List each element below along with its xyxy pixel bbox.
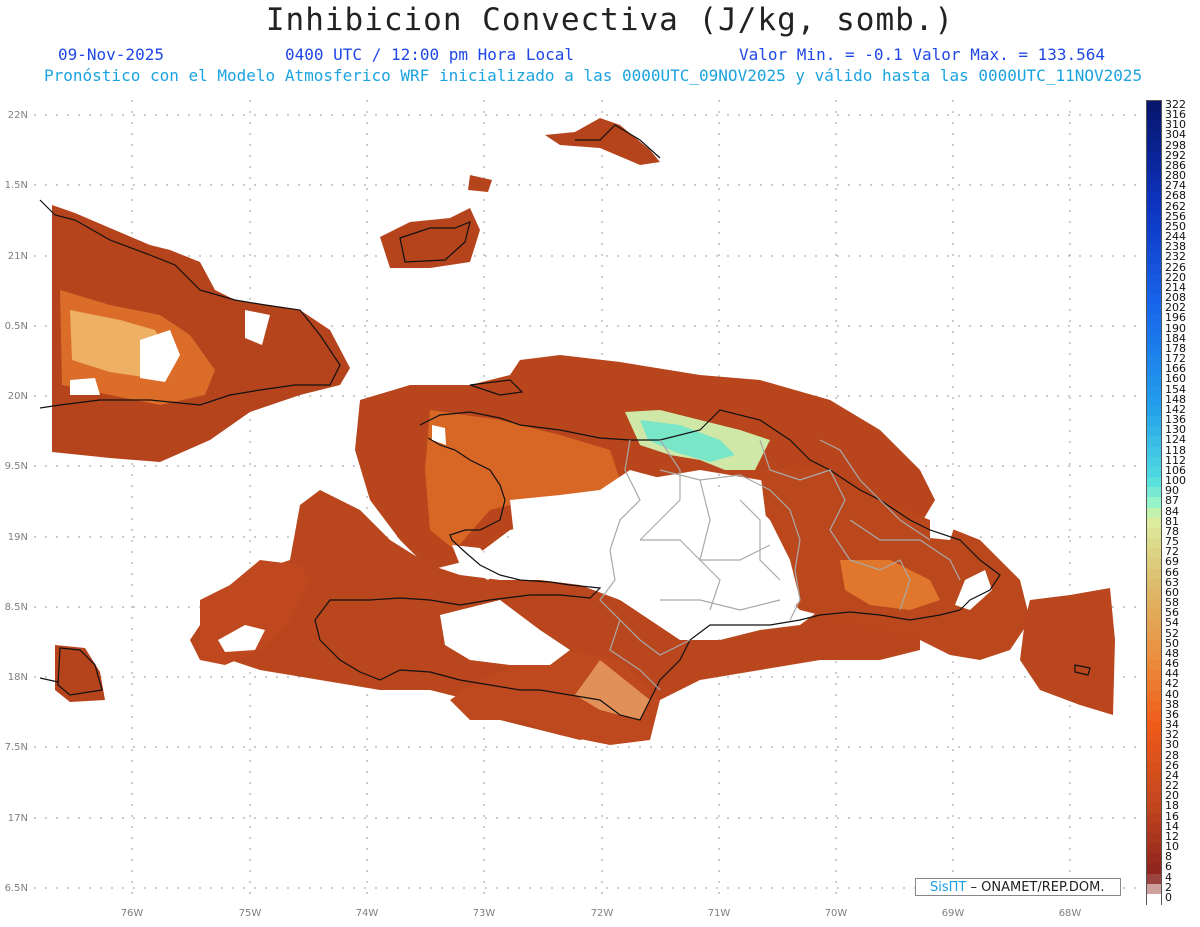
lat-label: 0.5N <box>4 321 28 332</box>
lat-label: 22N <box>7 110 28 121</box>
lat-label: 8.5N <box>4 602 28 613</box>
lon-label: 72W <box>590 908 614 919</box>
lat-label: 20N <box>7 391 28 402</box>
lon-label: 73W <box>472 908 496 919</box>
lon-label: 75W <box>238 908 262 919</box>
lat-label: 6.5N <box>4 883 28 894</box>
lat-label: 9.5N <box>4 461 28 472</box>
field-gap-cuba2 <box>70 378 100 395</box>
field-caicos-small <box>468 175 492 192</box>
field-inagua <box>380 208 480 268</box>
lat-label: 19N <box>7 532 28 543</box>
lon-label: 76W <box>120 908 144 919</box>
colorbar-label: 0 <box>1165 890 1172 904</box>
lon-label: 71W <box>707 908 731 919</box>
credit-brand: SisПТ <box>930 880 967 895</box>
lon-label: 68W <box>1058 908 1082 919</box>
lat-label: 1.5N <box>4 180 28 191</box>
lat-label: 21N <box>7 251 28 262</box>
lon-label: 74W <box>355 908 379 919</box>
lat-label: 7.5N <box>4 742 28 753</box>
credit-box: SisПТ – ONAMET/REP.DOM. <box>915 878 1121 896</box>
lat-label: 17N <box>7 813 28 824</box>
colorbar <box>1146 100 1162 905</box>
lat-label: 18N <box>7 672 28 683</box>
lon-label: 70W <box>824 908 848 919</box>
shaded-field <box>52 118 1115 745</box>
field-puerto-rico <box>1020 588 1115 715</box>
lon-label: 69W <box>941 908 965 919</box>
map-plot <box>34 100 1140 903</box>
field-caicos <box>545 118 660 165</box>
colorbar-segment <box>1147 893 1161 905</box>
credit-org: – ONAMET/REP.DOM. <box>970 880 1105 895</box>
